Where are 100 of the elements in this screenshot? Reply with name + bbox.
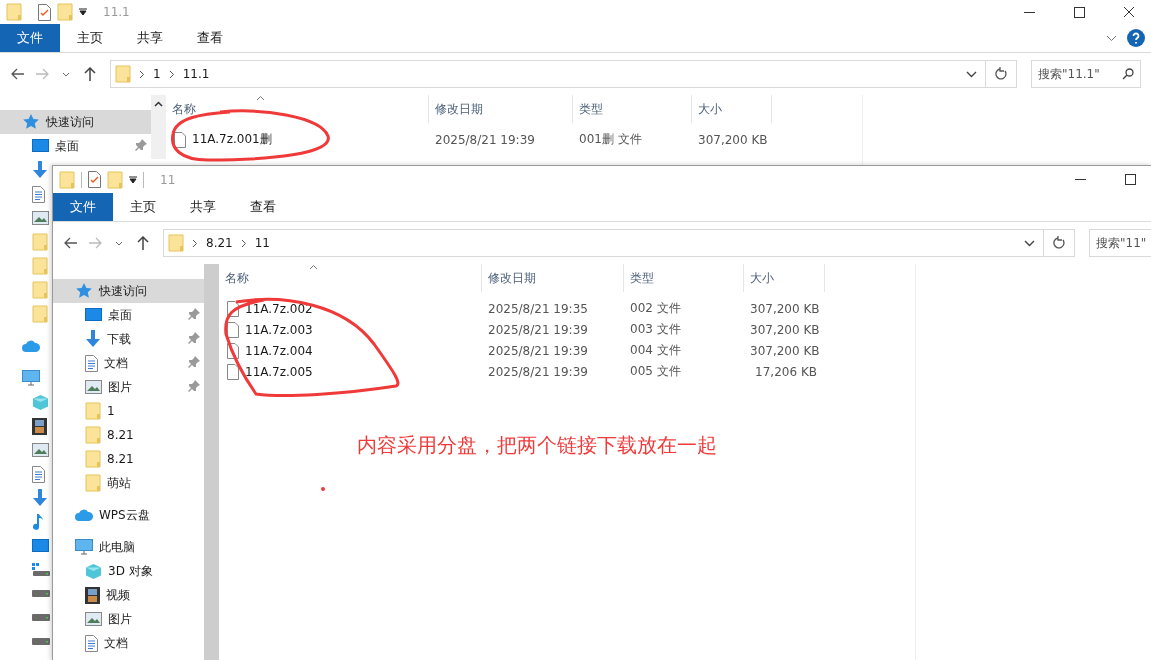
picture-icon [32, 211, 49, 225]
nav-item[interactable]: 8.21 [53, 447, 138, 471]
nav-item[interactable]: 快速访问 [53, 279, 204, 303]
help-icon[interactable] [1127, 29, 1145, 47]
column-header[interactable]: 类型 [573, 95, 692, 123]
chevron-down-icon[interactable] [966, 70, 977, 78]
nav-item[interactable]: 视频 [53, 583, 134, 607]
nav-item[interactable]: WPS云盘 [53, 503, 154, 527]
file-icon [174, 131, 186, 148]
file-size: 307,200 KB [697, 132, 769, 147]
nav-item[interactable]: 3D 对象 [53, 559, 157, 583]
nav-item[interactable]: 8.21 [53, 423, 138, 447]
dropdown-icon[interactable] [79, 8, 87, 16]
up-arrow-icon [137, 236, 149, 250]
nav-item[interactable]: 快速访问 [0, 110, 151, 134]
address-bar[interactable]: 1 11.1 [110, 60, 986, 88]
file-icon [227, 363, 239, 380]
ribbon-tab[interactable]: 共享 [173, 193, 233, 221]
file-size: 307,200 KB [749, 322, 821, 337]
nav-item[interactable]: 桌面 [53, 303, 204, 327]
ribbon-tab[interactable]: 文件 [53, 193, 113, 221]
nav-item[interactable]: 文档 [53, 351, 204, 375]
nav-item[interactable]: 图片 [53, 607, 136, 631]
folder-icon [32, 233, 48, 251]
search-field[interactable]: 搜索"11" [1089, 229, 1151, 257]
file-type: 004 文件 [629, 342, 682, 359]
modified-date: 2025/8/21 19:39 [434, 132, 536, 147]
scroll-up-icon[interactable] [154, 101, 163, 107]
nav-item[interactable]: 此电脑 [53, 535, 139, 559]
desktop-icon [85, 308, 102, 322]
column-header[interactable]: 大小 [744, 264, 825, 292]
dropdown-icon[interactable] [129, 175, 137, 184]
pin-icon[interactable] [188, 308, 200, 320]
ribbon-tab[interactable]: 共享 [120, 24, 180, 52]
nav-item[interactable]: 1 [53, 399, 119, 423]
chevron-right-icon [240, 238, 247, 248]
ribbon-tab[interactable]: 主页 [113, 193, 173, 221]
properties-icon[interactable] [88, 171, 101, 188]
column-header[interactable]: 类型 [624, 264, 744, 292]
folder-icon [115, 65, 131, 83]
film-icon [85, 586, 100, 604]
breadcrumb[interactable]: 11 [254, 236, 270, 250]
folder-icon [32, 281, 48, 299]
ribbon-tab[interactable]: 文件 [0, 24, 60, 52]
refresh-icon [994, 67, 1008, 81]
column-header[interactable]: 名称 [166, 95, 429, 123]
refresh-button[interactable] [1044, 229, 1075, 257]
pin-icon[interactable] [188, 332, 200, 344]
column-header[interactable]: 名称 [219, 264, 482, 292]
picture-icon [32, 443, 49, 457]
file-icon [227, 321, 239, 338]
chevron-down-icon [62, 71, 70, 77]
breadcrumb[interactable]: 11.1 [182, 67, 210, 81]
chevron-down-icon[interactable] [1106, 34, 1117, 42]
folder-icon [85, 426, 101, 444]
search-field[interactable]: 搜索"11.1" [1031, 60, 1141, 88]
pin-icon[interactable] [188, 380, 200, 392]
nav-item[interactable]: 图片 [53, 375, 204, 399]
star-icon [75, 282, 93, 300]
desktop-icon [32, 539, 49, 553]
refresh-icon [1052, 236, 1066, 250]
column-header[interactable]: 修改日期 [429, 95, 573, 123]
folder-icon [168, 234, 184, 252]
pin-icon[interactable] [135, 139, 147, 151]
chevron-right-icon [139, 69, 145, 79]
ribbon-tab[interactable]: 查看 [233, 193, 293, 221]
ribbon-tab[interactable]: 主页 [60, 24, 120, 52]
cube-icon [32, 393, 49, 411]
download-icon [32, 161, 48, 179]
chevron-down-icon[interactable] [1024, 239, 1035, 247]
file-size: 307,200 KB [749, 301, 821, 316]
document-icon [85, 354, 98, 372]
file-name[interactable]: 11A.7z.003 [245, 322, 313, 337]
breadcrumb[interactable]: 8.21 [206, 236, 233, 250]
file-name[interactable]: 11A.7z.001删 [192, 131, 272, 148]
breadcrumb[interactable]: 1 [153, 67, 161, 81]
sort-up-icon [309, 264, 318, 270]
drive-icon [32, 614, 50, 622]
nav-item[interactable]: 萌站 [53, 471, 135, 495]
file-name[interactable]: 11A.7z.004 [245, 343, 313, 358]
folder-icon [6, 3, 22, 21]
ribbon-tab[interactable]: 查看 [180, 24, 240, 52]
nav-item[interactable]: 桌面 [0, 134, 151, 158]
minimize-icon [1074, 179, 1086, 180]
column-header[interactable]: 修改日期 [482, 264, 624, 292]
properties-icon[interactable] [38, 3, 51, 21]
scrollbar[interactable] [151, 95, 166, 159]
document-icon [32, 465, 45, 483]
file-name[interactable]: 11A.7z.002 [245, 301, 313, 316]
nav-item[interactable]: 下载 [53, 327, 204, 351]
scrollbar[interactable] [204, 264, 219, 660]
address-bar[interactable]: 8.21 11 [163, 229, 1044, 257]
nav-item[interactable]: 文档 [53, 631, 132, 655]
pin-icon[interactable] [188, 356, 200, 368]
computer-icon [75, 539, 93, 555]
refresh-button[interactable] [986, 60, 1017, 88]
column-header[interactable]: 大小 [692, 95, 772, 123]
picture-icon [85, 380, 102, 394]
modified-date: 2025/8/21 19:39 [487, 322, 589, 337]
file-name[interactable]: 11A.7z.005 [245, 364, 313, 379]
